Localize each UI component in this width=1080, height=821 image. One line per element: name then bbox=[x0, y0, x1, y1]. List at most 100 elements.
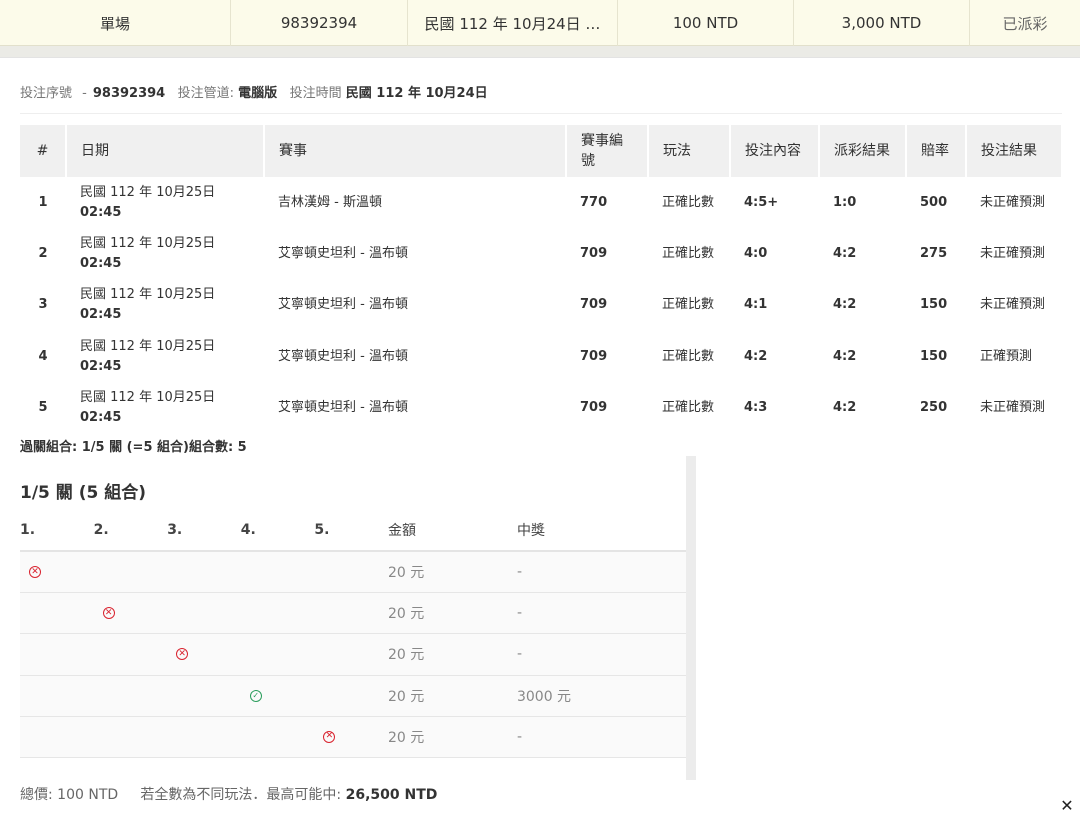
summary-bet-no: 98392394 bbox=[231, 0, 408, 46]
combo-title: 1/5 關 (5 組合) bbox=[20, 483, 146, 503]
combo-row: ✕ 20 元 - bbox=[20, 552, 686, 594]
col-play: 玩法 bbox=[648, 125, 731, 177]
combo-row: ✕ 20 元 - bbox=[20, 634, 686, 676]
bet-time: 02:45 bbox=[80, 307, 122, 323]
combo-table: 1. 2. 3. 4. 5. 金額 中獎 ✕ 20 元 - ✕ 20 元 - ✕ 20 元 - ✓… bbox=[20, 510, 686, 758]
bet-datetime: 民國 112 年 10月25日 02:45 bbox=[66, 280, 264, 331]
bet-result: 4:2 bbox=[833, 297, 857, 313]
bet-time: 02:45 bbox=[80, 410, 122, 426]
bet-match-no: 709 bbox=[580, 246, 608, 262]
bet-summary-row[interactable]: 單場 98392394 民國 112 年 10月24日 … 100 NTD 3,… bbox=[0, 0, 1080, 46]
cross-circle-icon: ✕ bbox=[176, 648, 189, 661]
bet-row: 3 民國 112 年 10月25日 02:45 艾寧頓史坦利 - 溫布頓 709 正確比數… bbox=[20, 280, 1062, 331]
combo-amount: 20 元 bbox=[387, 688, 425, 705]
bets-header-row: # 日期 賽事 賽事編號 玩法 投注內容 派彩結果 賠率 投注結果 bbox=[20, 125, 1063, 177]
bet-result: 4:2 bbox=[833, 400, 857, 416]
col-date: 日期 bbox=[66, 125, 265, 177]
bet-play: 正確比數 bbox=[662, 194, 715, 210]
bet-pick: 4:1 bbox=[744, 297, 768, 313]
combo-prize: - bbox=[516, 728, 523, 745]
bet-no: 3 bbox=[38, 297, 48, 313]
bet-pick: 4:2 bbox=[744, 348, 768, 364]
bet-result: 4:2 bbox=[833, 246, 857, 262]
bet-odds: 275 bbox=[920, 246, 948, 262]
cross-circle-icon: ✕ bbox=[102, 607, 115, 620]
bet-date: 民國 112 年 10月25日 bbox=[80, 184, 216, 200]
combo-col-1: 1. bbox=[20, 522, 36, 538]
channel-value: 電腦版 bbox=[238, 86, 278, 101]
bet-datetime: 民國 112 年 10月25日 02:45 bbox=[66, 383, 264, 434]
bet-pick: 4:3 bbox=[744, 400, 768, 416]
bet-result: 1:0 bbox=[833, 194, 857, 210]
max-value: 26,500 NTD bbox=[345, 787, 438, 803]
bet-row: 1 民國 112 年 10月25日 02:45 吉林漢姆 - 斯溫頓 770 正確比數 4:… bbox=[20, 177, 1062, 228]
bet-play: 正確比數 bbox=[662, 297, 715, 313]
bet-pick: 4:5+ bbox=[744, 194, 779, 210]
bet-datetime: 民國 112 年 10月25日 02:45 bbox=[66, 228, 264, 279]
bet-datetime: 民國 112 年 10月25日 02:45 bbox=[66, 331, 264, 382]
cross-circle-icon: ✕ bbox=[29, 566, 41, 579]
combo-amount: 20 元 bbox=[387, 606, 425, 623]
combo-amount: 20 元 bbox=[387, 647, 425, 664]
col-match: 賽事 bbox=[264, 125, 567, 177]
bet-match-no: 770 bbox=[580, 194, 608, 210]
bet-no: 2 bbox=[38, 246, 48, 262]
summary-status: 已派彩 bbox=[1002, 14, 1048, 33]
combo-col-2: 2. bbox=[93, 522, 109, 538]
bet-match: 艾寧頓史坦利 - 溫布頓 bbox=[278, 400, 408, 416]
bet-date: 民國 112 年 10月25日 bbox=[80, 390, 216, 406]
bet-outcome: 未正確預測 bbox=[980, 246, 1046, 262]
summary-type: 單場 bbox=[0, 0, 231, 46]
time-label: 投注時間 bbox=[289, 86, 342, 101]
bet-outcome: 未正確預測 bbox=[980, 194, 1046, 210]
combo-header-row: 1. 2. 3. 4. 5. 金額 中獎 bbox=[20, 510, 686, 552]
bet-match: 吉林漢姆 - 斯溫頓 bbox=[278, 194, 382, 210]
bet-no: 5 bbox=[38, 400, 48, 416]
col-no: # bbox=[20, 125, 67, 177]
bet-match-no: 709 bbox=[580, 348, 608, 364]
col-outcome: 投注結果 bbox=[966, 125, 1063, 177]
summary-max-win: 3,000 NTD bbox=[794, 0, 970, 46]
combo-summary: 過關組合: 1/5 關 (=5 組合)組合數: 5 bbox=[20, 440, 247, 455]
bet-match-no: 709 bbox=[580, 297, 608, 313]
bet-date: 民國 112 年 10月25日 bbox=[80, 287, 216, 303]
total-label: 總價: bbox=[20, 787, 53, 803]
combo-col-5: 5. bbox=[314, 522, 330, 538]
cross-circle-icon: ✕ bbox=[323, 730, 336, 743]
channel-label: 投注管道: bbox=[177, 86, 235, 101]
bet-match: 艾寧頓史坦利 - 溫布頓 bbox=[278, 348, 408, 364]
bet-result: 4:2 bbox=[833, 348, 857, 364]
bet-no-value: 98392394 bbox=[92, 86, 166, 101]
bet-time: 02:45 bbox=[80, 256, 122, 272]
bet-play: 正確比數 bbox=[662, 348, 715, 364]
bet-outcome: 正確預測 bbox=[980, 348, 1033, 364]
col-odds: 賠率 bbox=[906, 125, 967, 177]
combo-leg-1: ✕ bbox=[20, 566, 94, 579]
summary-stake: 100 NTD bbox=[618, 0, 794, 46]
bets-table: # 日期 賽事 賽事編號 玩法 投注內容 派彩結果 賠率 投注結果 1 民國 11… bbox=[20, 125, 1063, 434]
combo-row: ✕ 20 元 - bbox=[20, 593, 686, 635]
bet-outcome: 未正確預測 bbox=[980, 400, 1046, 416]
bet-datetime: 民國 112 年 10月25日 02:45 bbox=[66, 177, 264, 228]
bet-pick: 4:0 bbox=[744, 246, 768, 262]
close-button[interactable]: ✕ bbox=[1058, 797, 1076, 815]
combo-prize: - bbox=[516, 605, 523, 622]
divider bbox=[20, 113, 1062, 114]
bet-odds: 150 bbox=[920, 297, 948, 313]
total-value: 100 NTD bbox=[57, 787, 119, 803]
combo-leg-2: ✕ bbox=[94, 607, 168, 620]
time-value: 民國 112 年 10月24日 bbox=[345, 86, 488, 101]
scrollbar[interactable] bbox=[686, 456, 696, 780]
combo-col-prize: 中獎 bbox=[516, 523, 545, 539]
bet-odds: 500 bbox=[920, 194, 948, 210]
bet-outcome: 未正確預測 bbox=[980, 297, 1046, 313]
combo-leg-4: ✓ bbox=[241, 689, 315, 702]
combo-col-4: 4. bbox=[240, 522, 256, 538]
combo-prize: 3000 元 bbox=[516, 688, 572, 705]
bet-no-label: 投注序號 bbox=[20, 86, 73, 101]
bet-time: 02:45 bbox=[80, 204, 122, 220]
footer-totals: 總價: 100 NTD 若全數為不同玩法．最高可能中: 26,500 NTD bbox=[20, 784, 437, 804]
col-result: 派彩結果 bbox=[819, 125, 907, 177]
bet-time: 02:45 bbox=[80, 358, 122, 374]
col-pick: 投注內容 bbox=[730, 125, 820, 177]
